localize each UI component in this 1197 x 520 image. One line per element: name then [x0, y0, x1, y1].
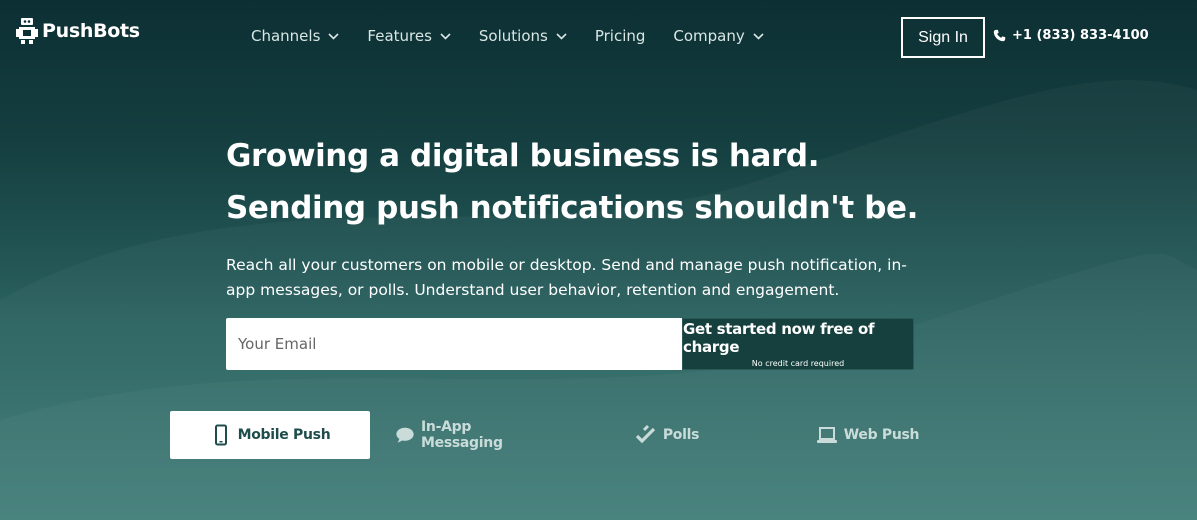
main-menu: Channels Features Solutions Pricing Comp…: [251, 27, 792, 45]
menu-item-label: Company: [673, 27, 745, 45]
tab-polls[interactable]: Polls: [632, 411, 702, 459]
hero-title: Growing a digital business is hard. Send…: [226, 138, 919, 226]
laptop-icon: [816, 427, 837, 443]
tab-label: In-App Messaging: [421, 419, 503, 451]
chevron-down-icon: [440, 32, 451, 40]
menu-item-label: Solutions: [478, 27, 548, 45]
tab-label: Web Push: [843, 427, 920, 443]
channel-tabs: Mobile Push In-App Messaging Polls Web P…: [170, 411, 990, 459]
tab-label: Polls: [662, 427, 700, 443]
chevron-down-icon: [753, 32, 764, 40]
tab-mobile-push[interactable]: Mobile Push: [170, 411, 370, 459]
phone-number: +1 (833) 833-4100: [1012, 28, 1149, 43]
menu-item-label: Channels: [251, 27, 321, 45]
cta-note: No credit card required: [751, 359, 845, 368]
menu-item-pricing[interactable]: Pricing: [595, 27, 646, 45]
get-started-button[interactable]: Get started now free of charge No credit…: [682, 318, 914, 370]
chevron-down-icon: [556, 32, 567, 40]
top-navigation: PushBots Channels Features Solutions Pri…: [0, 0, 1197, 75]
menu-item-features[interactable]: Features: [367, 27, 451, 45]
sign-in-button[interactable]: Sign In: [901, 17, 985, 58]
brand-name: PushBots: [42, 20, 140, 42]
menu-item-label: Pricing: [594, 27, 646, 45]
hero-subtitle: Reach all your customers on mobile or de…: [226, 256, 907, 299]
phone-link[interactable]: +1 (833) 833-4100: [993, 28, 1149, 43]
robot-logo-icon: [16, 18, 38, 44]
menu-item-channels[interactable]: Channels: [251, 27, 339, 45]
signup-form: Get started now free of charge No credit…: [226, 318, 914, 370]
double-check-icon: [635, 424, 655, 444]
menu-item-solutions[interactable]: Solutions: [479, 27, 567, 45]
chevron-down-icon: [328, 32, 339, 40]
phone-icon: [993, 29, 1006, 42]
mobile-phone-icon: [214, 424, 227, 446]
tab-label: Mobile Push: [237, 427, 331, 443]
brand-logo[interactable]: PushBots: [16, 16, 140, 46]
tab-in-app-messaging[interactable]: In-App Messaging: [395, 411, 545, 459]
menu-item-label: Features: [367, 27, 432, 45]
tab-web-push[interactable]: Web Push: [815, 411, 920, 459]
menu-item-company[interactable]: Company: [673, 27, 764, 45]
email-input[interactable]: [226, 318, 682, 370]
chat-bubble-icon: [396, 427, 414, 443]
cta-label: Get started now free of charge: [683, 320, 875, 356]
